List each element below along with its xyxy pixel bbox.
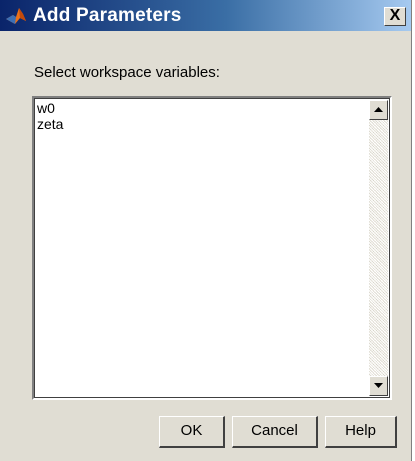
list-item-w0[interactable]: w0 [37,100,63,116]
prompt-label: Select workspace variables: [34,64,220,81]
variables-list: w0 zeta [37,100,63,132]
cancel-button[interactable]: Cancel [232,416,318,448]
window-title: Add Parameters [33,5,182,26]
ok-button[interactable]: OK [159,416,225,448]
close-icon: X [389,7,401,24]
arrow-up-icon [374,107,383,112]
add-parameters-dialog: Add Parameters X Select workspace variab… [0,0,412,461]
list-item-zeta[interactable]: zeta [37,116,63,132]
matlab-logo-icon [5,6,27,26]
arrow-down-icon [374,383,383,388]
scroll-down-button[interactable] [369,376,388,396]
title-bar[interactable]: Add Parameters X [0,0,411,31]
scroll-up-button[interactable] [369,100,388,120]
help-button[interactable]: Help [325,416,397,448]
close-button[interactable]: X [384,7,406,26]
vertical-scrollbar[interactable] [369,100,388,396]
variables-listbox[interactable]: w0 zeta [32,96,392,400]
